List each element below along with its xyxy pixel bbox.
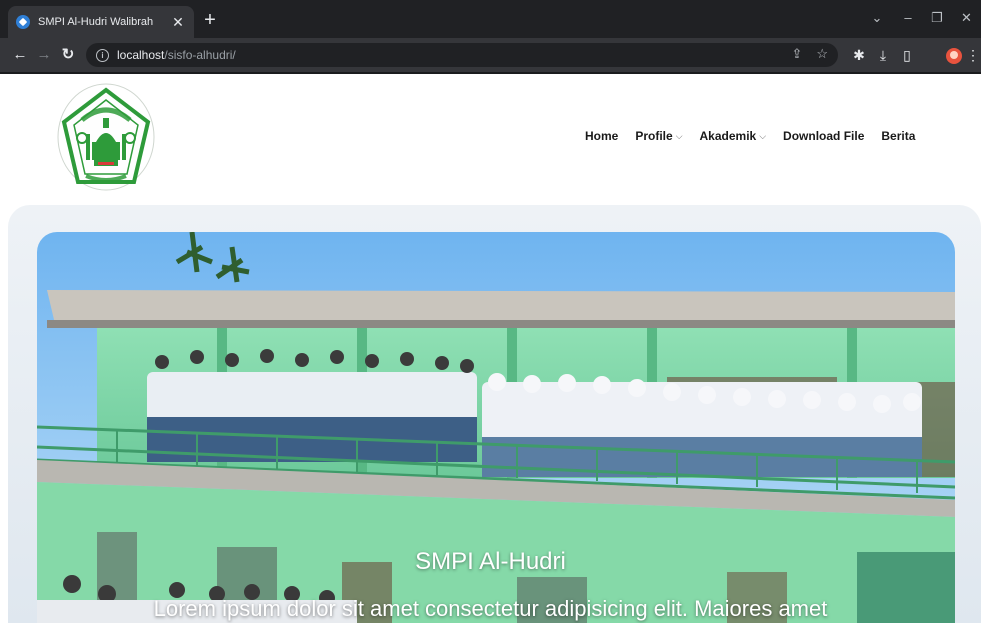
extensions-puzzle-icon[interactable]: ✱ [848, 43, 870, 67]
nav-akademik-label: Akademik [699, 129, 757, 143]
browser-tab-bar: SMPI Al-Hudri Walibrah ✕ + ⌄ – ❐ ✕ [0, 0, 981, 38]
bookmark-star-icon[interactable]: ☆ [816, 46, 828, 62]
url-host: localhost [117, 48, 165, 62]
nav-profile-label: Profile [635, 129, 673, 143]
nav-profile[interactable]: Profile ⌵ [635, 129, 682, 143]
menu-kebab-icon[interactable]: ⋮ [966, 43, 980, 67]
url-path: /sisfo-alhudri/ [164, 48, 236, 62]
site-favicon-icon [16, 15, 30, 29]
browser-toolbar: ← → ↻ i localhost /sisfo-alhudri/ ⇪ ☆ ✱ … [0, 38, 981, 74]
share-icon[interactable]: ⇪ [791, 46, 802, 62]
tab-search-icon[interactable]: ⌄ [862, 6, 892, 30]
site-info-icon[interactable]: i [96, 48, 109, 62]
side-panel-icon[interactable]: ▯ [896, 43, 918, 67]
download-icon[interactable]: ⤓ [872, 43, 894, 67]
browser-tab[interactable]: SMPI Al-Hudri Walibrah ✕ [8, 6, 194, 38]
nav-download-file[interactable]: Download File [783, 129, 864, 143]
minimize-button[interactable]: – [893, 6, 923, 30]
nav-berita[interactable]: Berita [881, 129, 915, 143]
school-logo[interactable] [56, 82, 156, 192]
profile-avatar-icon[interactable] [946, 48, 962, 64]
close-tab-icon[interactable]: ✕ [170, 14, 186, 31]
restore-button[interactable]: ❐ [922, 6, 952, 30]
forward-arrow-icon[interactable]: → [32, 43, 56, 67]
close-window-button[interactable]: ✕ [952, 6, 981, 30]
reload-icon[interactable]: ↻ [56, 43, 80, 67]
nav-akademik[interactable]: Akademik ⌵ [700, 129, 767, 143]
chevron-down-icon: ⌵ [675, 130, 683, 141]
tab-title: SMPI Al-Hudri Walibrah [38, 16, 154, 28]
address-bar[interactable]: i localhost /sisfo-alhudri/ ⇪ ☆ [86, 43, 838, 67]
chevron-down-icon: ⌵ [759, 130, 767, 141]
hero-subtitle: Lorem ipsum dolor sit amet consectetur a… [153, 596, 828, 621]
site-header: Home Profile ⌵ Akademik ⌵ Download File … [0, 74, 981, 202]
new-tab-button[interactable]: + [198, 8, 222, 32]
main-nav: Home Profile ⌵ Akademik ⌵ Download File … [585, 129, 915, 143]
back-arrow-icon[interactable]: ← [8, 43, 32, 67]
hero-title: SMPI Al-Hudri [415, 548, 566, 575]
nav-home[interactable]: Home [585, 129, 618, 143]
